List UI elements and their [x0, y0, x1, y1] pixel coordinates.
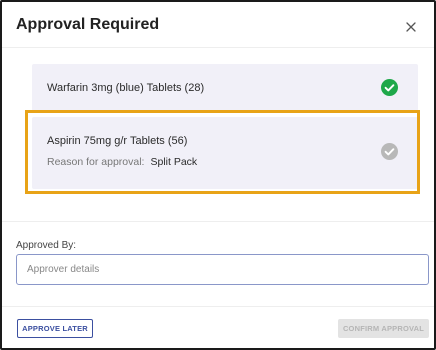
approval-reason: Reason for approval: Split Pack [47, 156, 197, 168]
close-button[interactable] [400, 16, 422, 38]
footer-divider [2, 306, 434, 307]
close-icon [406, 22, 416, 32]
reason-label: Reason for approval: [47, 156, 145, 168]
check-circle-icon[interactable] [381, 143, 398, 160]
medication-name: Aspirin 75mg g/r Tablets (56) [47, 135, 188, 147]
check-circle-icon [381, 79, 398, 96]
dialog-title: Approval Required [16, 16, 160, 33]
header-divider [2, 47, 434, 48]
approver-input[interactable] [16, 254, 429, 285]
dialog-header: Approval Required [16, 16, 422, 38]
medication-name: Warfarin 3mg (blue) Tablets (28) [47, 82, 205, 94]
medication-item: Aspirin 75mg g/r Tablets (56) Reason for… [32, 117, 418, 189]
section-divider [2, 221, 434, 222]
approve-later-button[interactable]: APPROVE LATER [17, 319, 93, 338]
reason-value: Split Pack [150, 156, 198, 168]
medication-item: Warfarin 3mg (blue) Tablets (28) [32, 64, 418, 111]
approval-dialog: Approval Required Warfarin 3mg (blue) Ta… [0, 0, 436, 350]
confirm-approval-button: CONFIRM APPROVAL [338, 319, 429, 338]
approved-by-label: Approved By: [16, 240, 77, 251]
